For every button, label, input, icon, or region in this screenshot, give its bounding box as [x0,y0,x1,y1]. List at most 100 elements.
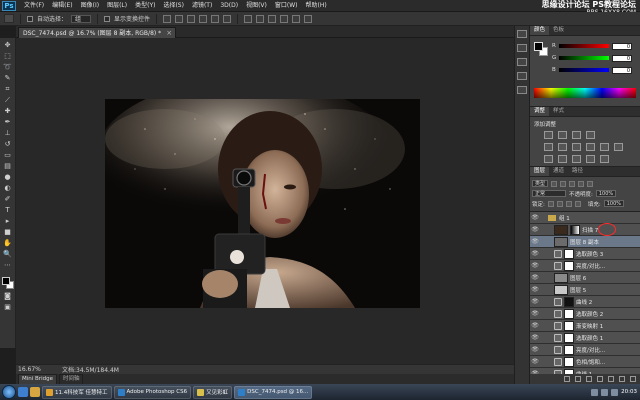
add-mask-icon[interactable] [586,376,592,382]
curves-icon[interactable] [572,131,581,139]
taskbar-task[interactable]: 又见彩虹 [193,385,233,399]
black-white-icon[interactable] [586,143,595,151]
slider-green-value[interactable]: 0 [612,54,632,62]
slider-red-value[interactable]: 0 [612,42,632,50]
distribute-hcenter-icon[interactable] [292,14,301,23]
foreground-color[interactable] [1,277,10,285]
quick-mask-icon[interactable]: ◙ [3,293,13,300]
tool-preset-picker[interactable] [4,14,14,23]
new-adjustment-icon[interactable] [597,376,603,382]
layers-list[interactable]: 👁 组 1 👁 扫描 7 👁 图层 8 副本 👁 选取颜色 3 👁 亮度/对比... 👁 图层 6 👁 图… [530,211,640,375]
color-panel-swatch[interactable] [534,42,548,56]
tray-network-icon[interactable] [591,388,599,396]
layer-mask-thumbnail[interactable] [564,248,574,259]
menu-window[interactable]: 窗口(W) [271,0,302,12]
new-group-icon[interactable] [608,376,614,382]
lock-all-icon[interactable] [574,200,581,207]
menu-layer[interactable]: 图层(L) [103,0,131,12]
filter-adjustment-icon[interactable] [560,180,567,187]
zoom-level[interactable]: 16.67% [18,366,42,373]
fill-field[interactable]: 100% [603,200,625,207]
filter-shape-icon[interactable] [578,180,585,187]
shape-tool-icon[interactable]: ■ [3,229,13,236]
delete-layer-icon[interactable] [630,376,636,382]
character-panel-icon[interactable] [517,86,527,94]
layer-row[interactable]: 👁 选取颜色 3 [530,248,640,260]
layer-row[interactable]: 👁 曲线 2 [530,296,640,308]
color-swatch[interactable] [1,277,14,289]
path-select-tool-icon[interactable]: ▸ [3,218,13,225]
filter-smart-icon[interactable] [587,180,594,187]
info-panel-icon[interactable] [517,72,527,80]
menu-file[interactable]: 文件(F) [20,0,48,12]
layer-row[interactable]: 👁 组 1 [530,212,640,224]
clone-stamp-tool-icon[interactable]: ⊥ [3,130,13,137]
visibility-eye-icon[interactable]: 👁 [530,238,540,245]
visibility-eye-icon[interactable]: 👁 [530,250,540,257]
menu-help[interactable]: 帮助(H) [302,0,331,12]
layer-name[interactable]: 扫描 7 [582,226,598,234]
visibility-eye-icon[interactable]: 👁 [530,322,540,329]
layer-mask-thumbnail[interactable] [570,224,580,235]
taskbar-task[interactable]: 11.4科技军 佳慧特工 [42,385,112,399]
visibility-eye-icon[interactable]: 👁 [530,226,540,233]
visibility-eye-icon[interactable]: 👁 [530,274,540,281]
new-layer-icon[interactable] [619,376,625,382]
layer-name[interactable]: 亮度/对比... [576,262,605,270]
show-transform-checkbox[interactable] [104,15,111,22]
menu-view[interactable]: 视图(V) [242,0,271,12]
layer-mask-thumbnail[interactable] [564,332,574,343]
invert-icon[interactable] [544,155,553,163]
visibility-eye-icon[interactable]: 👁 [530,286,540,293]
slider-red-track[interactable] [559,44,609,48]
visibility-eye-icon[interactable]: 👁 [530,262,540,269]
layer-name[interactable]: 图层 6 [570,274,586,282]
menu-type[interactable]: 类型(Y) [131,0,159,12]
screen-mode-icon[interactable]: ▣ [3,304,13,311]
layer-name[interactable]: 亮度/对比... [576,346,605,354]
layer-row[interactable]: 👁 图层 5 [530,284,640,296]
tray-volume-icon[interactable] [601,388,609,396]
color-panel-foreground[interactable] [534,42,543,51]
levels-icon[interactable] [558,131,567,139]
color-spectrum[interactable] [534,88,636,98]
slider-red[interactable]: R 0 [552,42,636,50]
gradient-tool-icon[interactable]: ▤ [3,163,13,170]
tab-color[interactable]: 颜色 [530,26,550,35]
hand-tool-icon[interactable]: ✋ [3,240,13,247]
slider-blue-value[interactable]: 0 [612,66,632,74]
type-tool-icon[interactable]: T [3,207,13,214]
close-icon[interactable]: × [166,28,172,38]
menu-edit[interactable]: 编辑(E) [48,0,76,12]
layer-thumbnail[interactable] [554,272,568,283]
slider-green[interactable]: G 0 [552,54,636,62]
align-bottom-icon[interactable] [187,14,196,23]
exposure-icon[interactable] [586,131,595,139]
layer-mask-thumbnail[interactable] [564,320,574,331]
align-left-icon[interactable] [199,14,208,23]
layer-row[interactable]: 👁 渐变映射 1 [530,320,640,332]
layer-name[interactable]: 色相/饱和... [576,358,605,366]
visibility-eye-icon[interactable]: 👁 [530,346,540,353]
layer-row[interactable]: 👁 选取颜色 1 [530,332,640,344]
lock-pixels-icon[interactable] [556,200,563,207]
lock-position-icon[interactable] [565,200,572,207]
crop-tool-icon[interactable]: ⌗ [3,86,13,93]
align-hcenter-icon[interactable] [211,14,220,23]
lasso-tool-icon[interactable]: ➰ [3,64,13,71]
layer-thumbnail[interactable] [554,224,568,235]
visibility-eye-icon[interactable]: 👁 [530,310,540,317]
auto-select-dropdown[interactable]: 组 [71,14,92,23]
tab-channels[interactable]: 通道 [549,167,568,176]
taskbar-task[interactable]: Adobe Photoshop CS6 [113,385,192,399]
tab-adjustments[interactable]: 调整 [530,107,550,116]
move-tool-icon[interactable]: ✥ [3,42,13,49]
slider-blue[interactable]: B 0 [552,66,636,74]
visibility-eye-icon[interactable]: 👁 [530,358,540,365]
layer-name[interactable]: 选取颜色 2 [576,310,603,318]
clock[interactable]: 20:03 [621,389,637,395]
layer-mask-thumbnail[interactable] [564,356,574,367]
layer-row[interactable]: 👁 图层 8 副本 [530,236,640,248]
selective-color-icon[interactable] [600,155,609,163]
visibility-eye-icon[interactable]: 👁 [530,298,540,305]
